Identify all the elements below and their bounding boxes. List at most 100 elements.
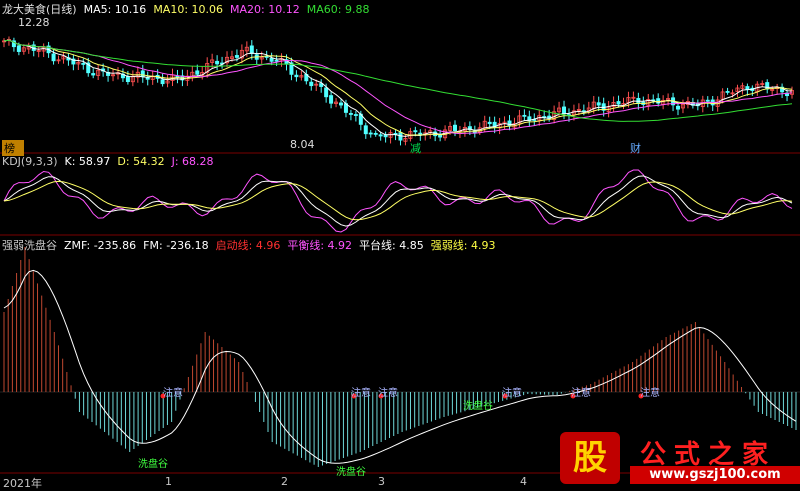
watermark: 股 公式之家 www.gszj100.com bbox=[560, 432, 800, 490]
notice-text: 注意 bbox=[640, 388, 660, 399]
notice-text: 注意 bbox=[502, 388, 522, 399]
notice-text: 注意 bbox=[378, 388, 398, 399]
axis-tick-label: 4 bbox=[520, 475, 534, 488]
candle-body bbox=[562, 106, 567, 114]
axis-tick-text: 1 bbox=[165, 475, 172, 488]
osc-title: 强弱洗盘谷 bbox=[2, 239, 57, 252]
candle-body bbox=[452, 124, 457, 131]
candle-body bbox=[249, 45, 254, 54]
candle-body bbox=[378, 134, 383, 137]
kdj-title: KDJ(9,3,3) bbox=[2, 155, 58, 168]
ma10-label: MA10: 10.06 bbox=[153, 3, 224, 16]
event-marker-2[interactable]: 减 bbox=[410, 140, 428, 156]
candle-body bbox=[725, 91, 730, 93]
notice-label: 注意 bbox=[351, 384, 378, 399]
kdj-header: KDJ(9,3,3) K: 58.97 D: 54.32 J: 68.28 bbox=[2, 155, 221, 168]
event-marker-text: 财 bbox=[630, 142, 641, 155]
candle-body bbox=[269, 57, 274, 62]
candle-body bbox=[765, 82, 770, 90]
candle-body bbox=[324, 87, 329, 98]
osc-qiangruo-value: 强弱线: 4.93 bbox=[430, 239, 496, 252]
kdj-pane[interactable] bbox=[3, 169, 793, 233]
notice-label: 注意 bbox=[640, 384, 667, 399]
candle-body bbox=[51, 53, 56, 62]
candle-body bbox=[329, 95, 334, 104]
candle-body bbox=[353, 114, 358, 116]
stock-name: 龙大美食(日线) bbox=[2, 3, 77, 16]
candle-body bbox=[140, 70, 145, 78]
xipan-text: 洗盘谷 bbox=[336, 467, 366, 478]
xipan-label: 洗盘谷 bbox=[138, 455, 175, 470]
event-marker-text: 减 bbox=[410, 142, 421, 155]
ma20-line bbox=[3, 39, 793, 135]
axis-tick-label: 1 bbox=[165, 475, 179, 488]
notice-text: 注意 bbox=[163, 388, 183, 399]
watermark-url: www.gszj100.com bbox=[630, 466, 800, 484]
xipan-label: 洗盘谷 bbox=[336, 463, 373, 478]
ma10-line bbox=[3, 39, 793, 136]
notice-text: 注意 bbox=[571, 388, 591, 399]
candle-body bbox=[507, 120, 512, 127]
candle-body bbox=[81, 63, 86, 65]
osc-pingtai-value: 平台线: 4.85 bbox=[359, 239, 424, 252]
candle-body bbox=[16, 45, 21, 52]
notice-label: 注意 bbox=[502, 384, 529, 399]
candle-body bbox=[363, 125, 368, 135]
axis-tick-text: 2 bbox=[281, 475, 288, 488]
osc-header: 强弱洗盘谷 ZMF: -235.86 FM: -236.18 启动线: 4.96 平衡线… bbox=[2, 237, 502, 253]
candle-body bbox=[125, 76, 130, 82]
event-marker-text: 榜 bbox=[4, 142, 15, 155]
ma60-line bbox=[3, 39, 793, 122]
kdj-k-line bbox=[3, 175, 793, 227]
ma5-label: MA5: 10.16 bbox=[83, 3, 147, 16]
ma20-label: MA20: 10.12 bbox=[230, 3, 300, 16]
candle-body bbox=[274, 59, 279, 62]
low-price-value: 8.04 bbox=[290, 138, 315, 151]
event-marker-1[interactable]: 榜 bbox=[2, 140, 24, 156]
notice-text: 注意 bbox=[351, 388, 371, 399]
kdj-k-value: K: 58.97 bbox=[64, 155, 111, 168]
axis-tick-text: 4 bbox=[520, 475, 527, 488]
candle-body bbox=[195, 70, 200, 75]
watermark-logo: 股 bbox=[560, 432, 620, 484]
price-header: 龙大美食(日线) MA5: 10.16 MA10: 10.06 MA20: 10.12… bbox=[2, 1, 376, 17]
event-marker-3[interactable]: 财 bbox=[630, 140, 648, 156]
price-pane[interactable] bbox=[2, 36, 795, 146]
notice-label: 注意 bbox=[163, 384, 190, 399]
xipan-text: 洗盘谷 bbox=[138, 459, 168, 470]
candle-body bbox=[215, 60, 220, 65]
ma60-label: MA60: 9.88 bbox=[306, 3, 370, 16]
candle-body bbox=[373, 132, 378, 135]
candle-body bbox=[522, 114, 527, 117]
watermark-logo-text: 股 bbox=[573, 438, 607, 478]
candle-body bbox=[368, 132, 373, 135]
candle-body bbox=[339, 102, 344, 106]
high-price-value: 12.28 bbox=[18, 16, 50, 29]
notice-label: 注意 bbox=[571, 384, 598, 399]
xipan-label: 洗盘谷 bbox=[463, 397, 500, 412]
candle-body bbox=[160, 79, 165, 85]
osc-zmf-value: ZMF: -235.86 bbox=[64, 239, 137, 252]
candle-body bbox=[234, 55, 239, 58]
candle-body bbox=[413, 130, 418, 133]
axis-year-text: 2021年 bbox=[3, 477, 42, 490]
notice-label: 注意 bbox=[378, 384, 405, 399]
kdj-d-value: D: 54.32 bbox=[117, 155, 165, 168]
candle-body bbox=[294, 74, 299, 78]
candle-body bbox=[676, 105, 681, 110]
xipan-text: 洗盘谷 bbox=[463, 401, 493, 412]
axis-tick-label: 2 bbox=[281, 475, 295, 488]
candle-body bbox=[309, 81, 314, 87]
low-price-label: 8.04 bbox=[290, 138, 322, 151]
osc-pingheng-value: 平衡线: 4.92 bbox=[287, 239, 353, 252]
osc-qidong-value: 启动线: 4.96 bbox=[215, 239, 281, 252]
candle-body bbox=[91, 73, 96, 76]
kdj-j-line bbox=[3, 169, 793, 233]
axis-year-label: 2021年 bbox=[3, 475, 49, 491]
axis-tick-text: 3 bbox=[378, 475, 385, 488]
candle-body bbox=[175, 75, 180, 78]
candle-body bbox=[705, 99, 710, 102]
axis-tick-label: 3 bbox=[378, 475, 392, 488]
candle-body bbox=[145, 77, 150, 80]
high-price-label: 12.28 bbox=[18, 16, 57, 29]
